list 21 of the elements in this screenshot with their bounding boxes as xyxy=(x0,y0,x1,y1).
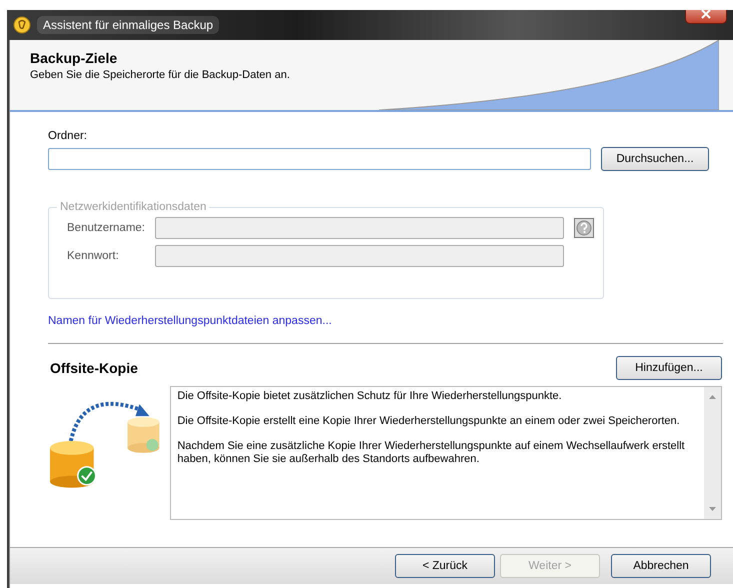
page-title: Backup-Ziele xyxy=(30,50,118,66)
close-button[interactable] xyxy=(685,10,727,24)
window-title: Assistent für einmaliges Backup xyxy=(37,16,220,34)
wizard-button[interactable]: < Zurück xyxy=(395,554,495,578)
app-logo-icon xyxy=(13,16,31,34)
add-button[interactable]: Hinzufügen... xyxy=(616,356,722,380)
wizard-button[interactable]: Abbrechen xyxy=(611,554,711,578)
close-icon xyxy=(701,10,711,19)
group-legend: Netzwerkidentifikationsdaten xyxy=(57,201,210,213)
field-label: Kennwort: xyxy=(67,250,120,262)
help-icon xyxy=(576,220,592,236)
info-paragraph: Die Offsite-Kopie erstellt eine Kopie Ihrer Wiederherstellungspunkte an einem oder zwei Speicherorten. xyxy=(177,415,681,428)
browse-button[interactable]: Durchsuchen... xyxy=(601,147,709,171)
rename-link[interactable]: Namen für Wiederherstellungspunktdateien anpassen... xyxy=(48,315,332,327)
info-paragraph: Nachdem Sie eine zusätzliche Kopie Ihrer Wiederherstellungspunkte auf einem Wechsellaufwerk erstellt haben, können Sie sie außerhalb des Standorts aufbewahren. xyxy=(177,440,686,466)
folder-label: Ordner: xyxy=(48,130,88,142)
field-label: Benutzername: xyxy=(67,222,146,234)
page-subtitle: Geben Sie die Speicherorte für die Backup-Daten an. xyxy=(30,69,291,81)
info-paragraph: Die Offsite-Kopie bietet zusätzlichen Schutz für Ihre Wiederherstellungspunkte. xyxy=(177,390,563,403)
folder-input[interactable] xyxy=(48,148,591,170)
section-title: Offsite-Kopie xyxy=(50,360,138,376)
